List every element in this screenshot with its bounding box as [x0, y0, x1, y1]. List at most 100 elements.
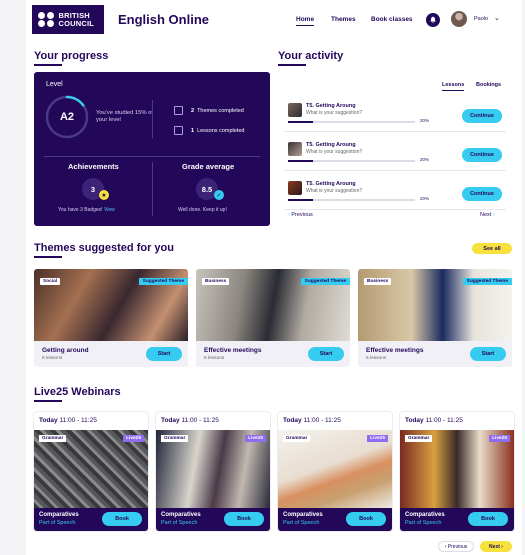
start-button[interactable]: Start [146, 347, 182, 361]
lesson-percent: 20% [420, 157, 430, 162]
continue-button[interactable]: Continue [462, 148, 502, 162]
list-icon [174, 126, 183, 135]
webinar-day: Today [283, 417, 302, 424]
webinar-subtitle: Part of Speech [405, 520, 442, 526]
book-button[interactable]: Book [102, 512, 142, 526]
avatar[interactable] [451, 11, 467, 27]
activity-item[interactable]: T5. Getting Aroung What is your suggesti… [284, 178, 506, 210]
star-icon: ★ [99, 190, 109, 200]
continue-button[interactable]: Continue [462, 187, 502, 201]
webinar-day: Today [161, 417, 180, 424]
studied-text: You've studied 15% of your level [96, 110, 153, 123]
lesson-progress-bar [288, 199, 415, 201]
activity-previous[interactable]: ‹ Previous [288, 212, 313, 218]
see-all-button[interactable]: See all [472, 243, 512, 254]
activity-next[interactable]: Next › [480, 212, 495, 218]
themes-title-underline [34, 256, 62, 258]
nav-book-classes[interactable]: Book classes [371, 16, 413, 23]
webinar-time: Today 11:00 - 11:25 [161, 417, 219, 424]
user-name[interactable]: Paolo [474, 16, 488, 22]
tab-lessons[interactable]: Lessons [442, 82, 465, 91]
activity-title-underline [278, 64, 306, 66]
continue-button[interactable]: Continue [462, 109, 502, 123]
themes-count: 2 [191, 107, 195, 114]
lesson-subtitle: What is your suggestion? [306, 110, 363, 116]
badges-text: You have 3 Badges! [58, 207, 103, 213]
webinar-category: Grammar [39, 435, 67, 442]
progress-card: Level A2 You've studied 15% of your leve… [34, 72, 270, 226]
view-badges-link[interactable]: View [104, 207, 115, 213]
book-button[interactable]: Book [224, 512, 264, 526]
webinar-title: Comparatives [405, 512, 445, 518]
logo-dots [38, 11, 54, 28]
start-button[interactable]: Start [470, 347, 506, 361]
previous-label: Previous [291, 212, 313, 218]
webinar-card[interactable]: Today 11:00 - 11:25 Grammar Live25 Compa… [34, 412, 148, 531]
live-badge: Live25 [123, 435, 144, 442]
webinar-day: Today [405, 417, 424, 424]
next-label: Next [480, 212, 492, 218]
theme-card[interactable]: Business Suggested Theme Effective meeti… [358, 269, 512, 367]
webinar-hours: 11:00 - 11:25 [425, 417, 463, 424]
nav-home[interactable]: Home [296, 16, 315, 26]
live-badge: Live25 [367, 435, 388, 442]
suggested-badge: Suggested Theme [300, 278, 350, 285]
activity-item[interactable]: T5. Getting Aroung What is your suggesti… [284, 100, 506, 132]
webinar-category: Grammar [161, 435, 189, 442]
lesson-percent: 20% [420, 118, 430, 123]
webinar-footer: Comparatives Part of Speech Book [400, 508, 514, 531]
live-badge: Live25 [245, 435, 266, 442]
webinar-card[interactable]: Today 11:00 - 11:25 Grammar Live25 Compa… [278, 412, 392, 531]
chevron-down-icon[interactable]: ⌄ [494, 14, 500, 22]
medal-icon: ✓ [214, 190, 224, 200]
start-button[interactable]: Start [308, 347, 344, 361]
theme-title: Effective meetings [366, 347, 424, 354]
book-button[interactable]: Book [346, 512, 386, 526]
webinar-day: Today [39, 417, 58, 424]
webinar-hours: 11:00 - 11:25 [181, 417, 219, 424]
webinar-card[interactable]: Today 11:00 - 11:25 Grammar Live25 Compa… [400, 412, 514, 531]
nav-themes[interactable]: Themes [331, 16, 356, 23]
themes-completed: 2 Themes completed [174, 106, 244, 115]
progress-title-underline [34, 64, 62, 66]
lessons-label: Lessons completed [197, 127, 245, 134]
lesson-title: T5. Getting Aroung [306, 181, 356, 187]
grade-title: Grade average [182, 162, 235, 171]
theme-card[interactable]: Social Suggested Theme Getting around 6 … [34, 269, 188, 367]
lesson-progress-fill [288, 199, 314, 201]
lesson-percent: 20% [420, 196, 430, 201]
bell-icon[interactable] [426, 13, 440, 27]
webinar-subtitle: Part of Speech [283, 520, 320, 526]
logo-line2: COUNCIL [58, 18, 95, 28]
divider [152, 162, 153, 216]
activity-item[interactable]: T5. Getting Aroung What is your suggesti… [284, 139, 506, 171]
theme-title: Effective meetings [204, 347, 262, 354]
webinar-title: Comparatives [161, 512, 201, 518]
webinar-time: Today 11:00 - 11:25 [283, 417, 341, 424]
theme-lessons: 6 lessons [366, 356, 387, 361]
webinar-time: Today 11:00 - 11:25 [39, 417, 97, 424]
calendar-icon [174, 106, 183, 115]
webinars-next-button[interactable]: Next › [480, 541, 512, 552]
webinars-previous-button[interactable]: ‹ Previous [438, 541, 474, 552]
progress-title: Your progress [34, 50, 109, 62]
chevron-left-icon: ‹ [288, 212, 290, 218]
logo-text: BRITISH COUNCIL [58, 11, 95, 28]
theme-card[interactable]: Business Suggested Theme Effective meeti… [196, 269, 350, 367]
level-label: Level [46, 81, 63, 88]
webinar-footer: Comparatives Part of Speech Book [156, 508, 270, 531]
webinar-hours: 11:00 - 11:25 [303, 417, 341, 424]
level-value: A2 [59, 111, 75, 123]
next-label: Next [489, 543, 500, 550]
tab-bookings[interactable]: Bookings [476, 82, 501, 88]
lesson-thumbnail [288, 181, 302, 195]
webinar-footer: Comparatives Part of Speech Book [278, 508, 392, 531]
british-council-logo[interactable]: BRITISH COUNCIL [32, 5, 104, 34]
webinars-title-underline [34, 400, 62, 402]
book-button[interactable]: Book [468, 512, 508, 526]
webinar-hours: 11:00 - 11:25 [59, 417, 97, 424]
suggested-badge: Suggested Theme [138, 278, 188, 285]
webinar-card[interactable]: Today 11:00 - 11:25 Grammar Live25 Compa… [156, 412, 270, 531]
webinar-footer: Comparatives Part of Speech Book [34, 508, 148, 531]
lesson-progress-fill [288, 121, 314, 123]
